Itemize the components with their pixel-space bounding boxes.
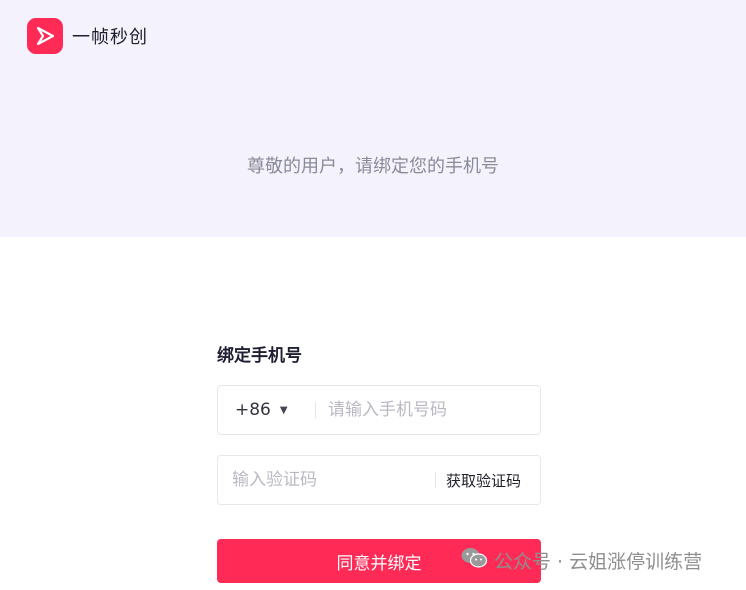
- country-code-select[interactable]: +86 ▼: [218, 400, 298, 420]
- brand-name: 一帧秒创: [72, 27, 148, 48]
- get-code-button[interactable]: 获取验证码: [446, 470, 521, 491]
- caret-down-icon: ▼: [279, 404, 288, 416]
- divider: [435, 472, 436, 488]
- divider: [315, 402, 316, 418]
- phone-input[interactable]: [326, 385, 530, 435]
- code-field: 获取验证码: [217, 455, 541, 505]
- greeting-text: 尊敬的用户，请绑定您的手机号: [247, 156, 499, 177]
- brand-logo[interactable]: 一帧秒创: [27, 18, 148, 54]
- header-band: 一帧秒创 尊敬的用户，请绑定您的手机号: [0, 0, 746, 237]
- form-title: 绑定手机号: [217, 346, 302, 366]
- phone-field: +86 ▼: [217, 385, 541, 435]
- watermark-text: 公众号 · 云姐涨停训练营: [494, 551, 703, 573]
- watermark: 公众号 · 云姐涨停训练营: [460, 546, 702, 575]
- country-code-value: +86: [235, 400, 271, 420]
- play-logo-icon: [27, 18, 63, 54]
- verification-code-input[interactable]: [230, 455, 429, 505]
- wechat-icon: [460, 546, 488, 575]
